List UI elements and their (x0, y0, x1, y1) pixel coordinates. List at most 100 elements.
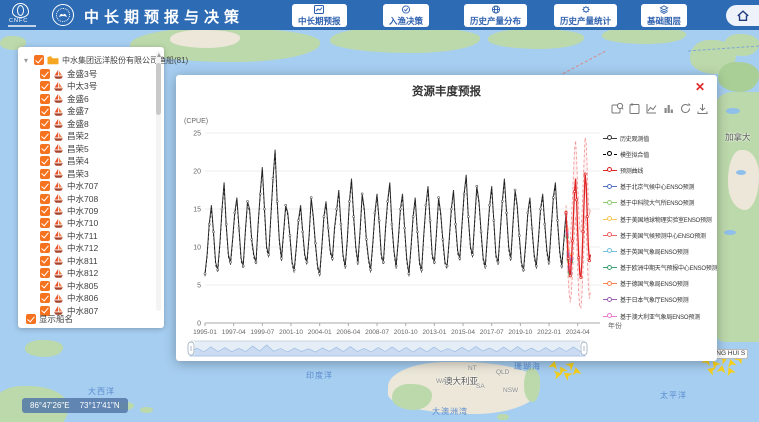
vessel-checkbox[interactable] (40, 81, 50, 91)
vessel-tree-panel: ▾ 中水集团远洋股份有限公司渔船(81) 金盛3号中太3号金盛6金盛7金盛8昌荣… (18, 47, 164, 328)
vessel-name: 昌荣4 (67, 155, 89, 167)
vessel-name: 中太3号 (67, 80, 97, 92)
legend-item[interactable]: 基于日本气象厅ENSO预测 (603, 292, 717, 308)
root-checkbox[interactable] (34, 55, 44, 65)
home-icon (736, 9, 750, 22)
vessel-tree-row[interactable]: 中水710 (40, 217, 98, 229)
vessel-name: 中水709 (67, 205, 98, 217)
vessel-checkbox[interactable] (40, 281, 50, 291)
statistics-gear-icon (581, 5, 591, 14)
vessel-checkbox[interactable] (40, 94, 50, 104)
svg-text:2013-01: 2013-01 (422, 329, 446, 336)
vessel-checkbox[interactable] (40, 131, 50, 141)
vessel-tree-row[interactable]: 昌荣5 (40, 143, 89, 155)
vessel-checkbox[interactable] (40, 268, 50, 278)
collapse-caret-icon[interactable]: ▾ (24, 56, 31, 65)
vessel-checkbox[interactable] (40, 156, 50, 166)
vessel-name: 昌荣5 (67, 143, 89, 155)
map-coordinates-readout: 86°47'26"E 73°17'41"N (22, 398, 128, 413)
vessel-map-marker[interactable] (725, 366, 737, 378)
vessel-tree-row[interactable]: 昌荣2 (40, 130, 89, 142)
vessel-checkbox[interactable] (40, 218, 50, 228)
chart-legend: 历史观测值模型拟合值预测曲线基于北京气候中心ENSO预测基于中科院大气所ENSO… (603, 130, 717, 324)
vessel-name: 金盛7 (67, 105, 89, 117)
boat-icon (53, 131, 64, 142)
legend-item[interactable]: 基于美国气候预测中心ENSO预测 (603, 227, 717, 243)
vessel-name: 中水812 (67, 267, 98, 279)
vessel-tree-row[interactable]: 金盛8 (40, 118, 89, 130)
vessel-checkbox[interactable] (40, 119, 50, 129)
legend-item[interactable]: 基于德国气象局ENSO预测 (603, 276, 717, 292)
vessel-checkbox[interactable] (40, 144, 50, 154)
land-name-label: 加拿大 (725, 131, 751, 143)
legend-item[interactable]: 基于欧洲中期天气预报中心ENSO预测 (603, 260, 717, 276)
longitude-value: 86°47'26"E (30, 401, 70, 410)
vessel-tree-row[interactable]: 中水708 (40, 193, 98, 205)
boat-icon (53, 268, 64, 279)
vessel-tree-row[interactable]: 中水812 (40, 267, 98, 279)
vessel-map-marker[interactable] (571, 366, 581, 376)
vessel-checkbox[interactable] (40, 194, 50, 204)
legend-item[interactable]: 预测曲线 (603, 162, 717, 178)
nav-fishing-decision[interactable]: 入渔决策 (383, 4, 429, 27)
home-button[interactable] (726, 5, 759, 26)
legend-label: 基于德国气象局ENSO预测 (620, 279, 688, 288)
vessel-tree-row[interactable]: 中水806 (40, 292, 98, 304)
nav-historical-yield-statistics[interactable]: 历史产量统计 (554, 4, 617, 27)
legend-item[interactable]: 基于北京气候中心ENSO预测 (603, 179, 717, 195)
tree-root-row[interactable]: ▾ 中水集团远洋股份有限公司渔船(81) (24, 54, 188, 66)
vessel-checkbox[interactable] (40, 106, 50, 116)
vessel-tree-row[interactable]: 金盛7 (40, 105, 89, 117)
legend-item[interactable]: 基于英国气象局ENSO预测 (603, 243, 717, 259)
vessel-tree-row[interactable]: 中水709 (40, 205, 98, 217)
vessel-tree-row[interactable]: 金盛3号 (40, 68, 97, 80)
legend-item[interactable]: 基于中科院大气所ENSO预测 (603, 195, 717, 211)
vessel-checkbox[interactable] (40, 256, 50, 266)
vessel-tree-row[interactable]: 昌荣4 (40, 155, 89, 167)
vessel-name: 昌荣2 (67, 130, 89, 142)
nav-label: 入渔决策 (389, 15, 423, 27)
vessel-checkbox[interactable] (40, 231, 50, 241)
legend-item[interactable]: 基于美国地球物理实验室ENSO预测 (603, 211, 717, 227)
sea-name-label: 大澳洲湾 (432, 406, 468, 417)
legend-marker-icon (603, 134, 617, 142)
vessel-checkbox[interactable] (40, 293, 50, 303)
svg-text:2017-07: 2017-07 (480, 329, 504, 336)
scroll-up-arrow-icon[interactable] (157, 53, 161, 57)
vessel-checkbox[interactable] (40, 169, 50, 179)
boat-icon (53, 69, 64, 80)
nav-base-layers[interactable]: 基础图层 (641, 4, 687, 27)
top-navigation-bar: CNFC 中长期预报与决策 中长期预报 入渔决策 历史产量分布 历史产量统计 基… (0, 0, 759, 30)
nav-label: 历史产量分布 (470, 15, 521, 27)
vessel-tree-row[interactable]: 中水707 (40, 180, 98, 192)
vessel-map-marker[interactable] (716, 364, 726, 374)
legend-item[interactable]: 模型拟合值 (603, 146, 717, 162)
tree-scrollbar-thumb[interactable] (156, 63, 161, 115)
legend-item[interactable]: 历史观测值 (603, 130, 717, 146)
vessel-tree-row[interactable]: 中太3号 (40, 80, 97, 92)
vessel-tree-row[interactable]: 中水811 (40, 255, 98, 267)
sea-name-label: 珊瑚海 (514, 361, 541, 372)
svg-text:15: 15 (193, 207, 201, 214)
sea-name-label: 印度洋 (306, 370, 333, 381)
vessel-checkbox[interactable] (40, 69, 50, 79)
boat-icon (53, 81, 64, 92)
vessel-checkbox[interactable] (40, 243, 50, 253)
nav-medium-long-term-forecast[interactable]: 中长期预报 (292, 4, 347, 27)
vessel-name: 中水811 (67, 255, 98, 267)
vessel-tree-row[interactable]: 昌荣3 (40, 168, 89, 180)
legend-item[interactable]: 基于澳大利亚气象局ENSO预测 (603, 308, 717, 324)
vessel-tree-row[interactable]: 中水712 (40, 242, 98, 254)
boat-icon (53, 93, 64, 104)
vessel-map-marker[interactable] (548, 360, 559, 371)
land-name-label: 澳大利亚 (444, 375, 478, 387)
vessel-checkbox[interactable] (40, 206, 50, 216)
show-vessel-names-row[interactable]: 显示船名 (26, 313, 73, 325)
vessel-tree-row[interactable]: 中水805 (40, 280, 98, 292)
vessel-tree-row[interactable]: 金盛6 (40, 93, 89, 105)
show-names-checkbox[interactable] (26, 314, 36, 324)
vessel-checkbox[interactable] (40, 181, 50, 191)
nav-historical-yield-distribution[interactable]: 历史产量分布 (464, 4, 527, 27)
boat-icon (53, 243, 64, 254)
vessel-tree-row[interactable]: 中水711 (40, 230, 98, 242)
